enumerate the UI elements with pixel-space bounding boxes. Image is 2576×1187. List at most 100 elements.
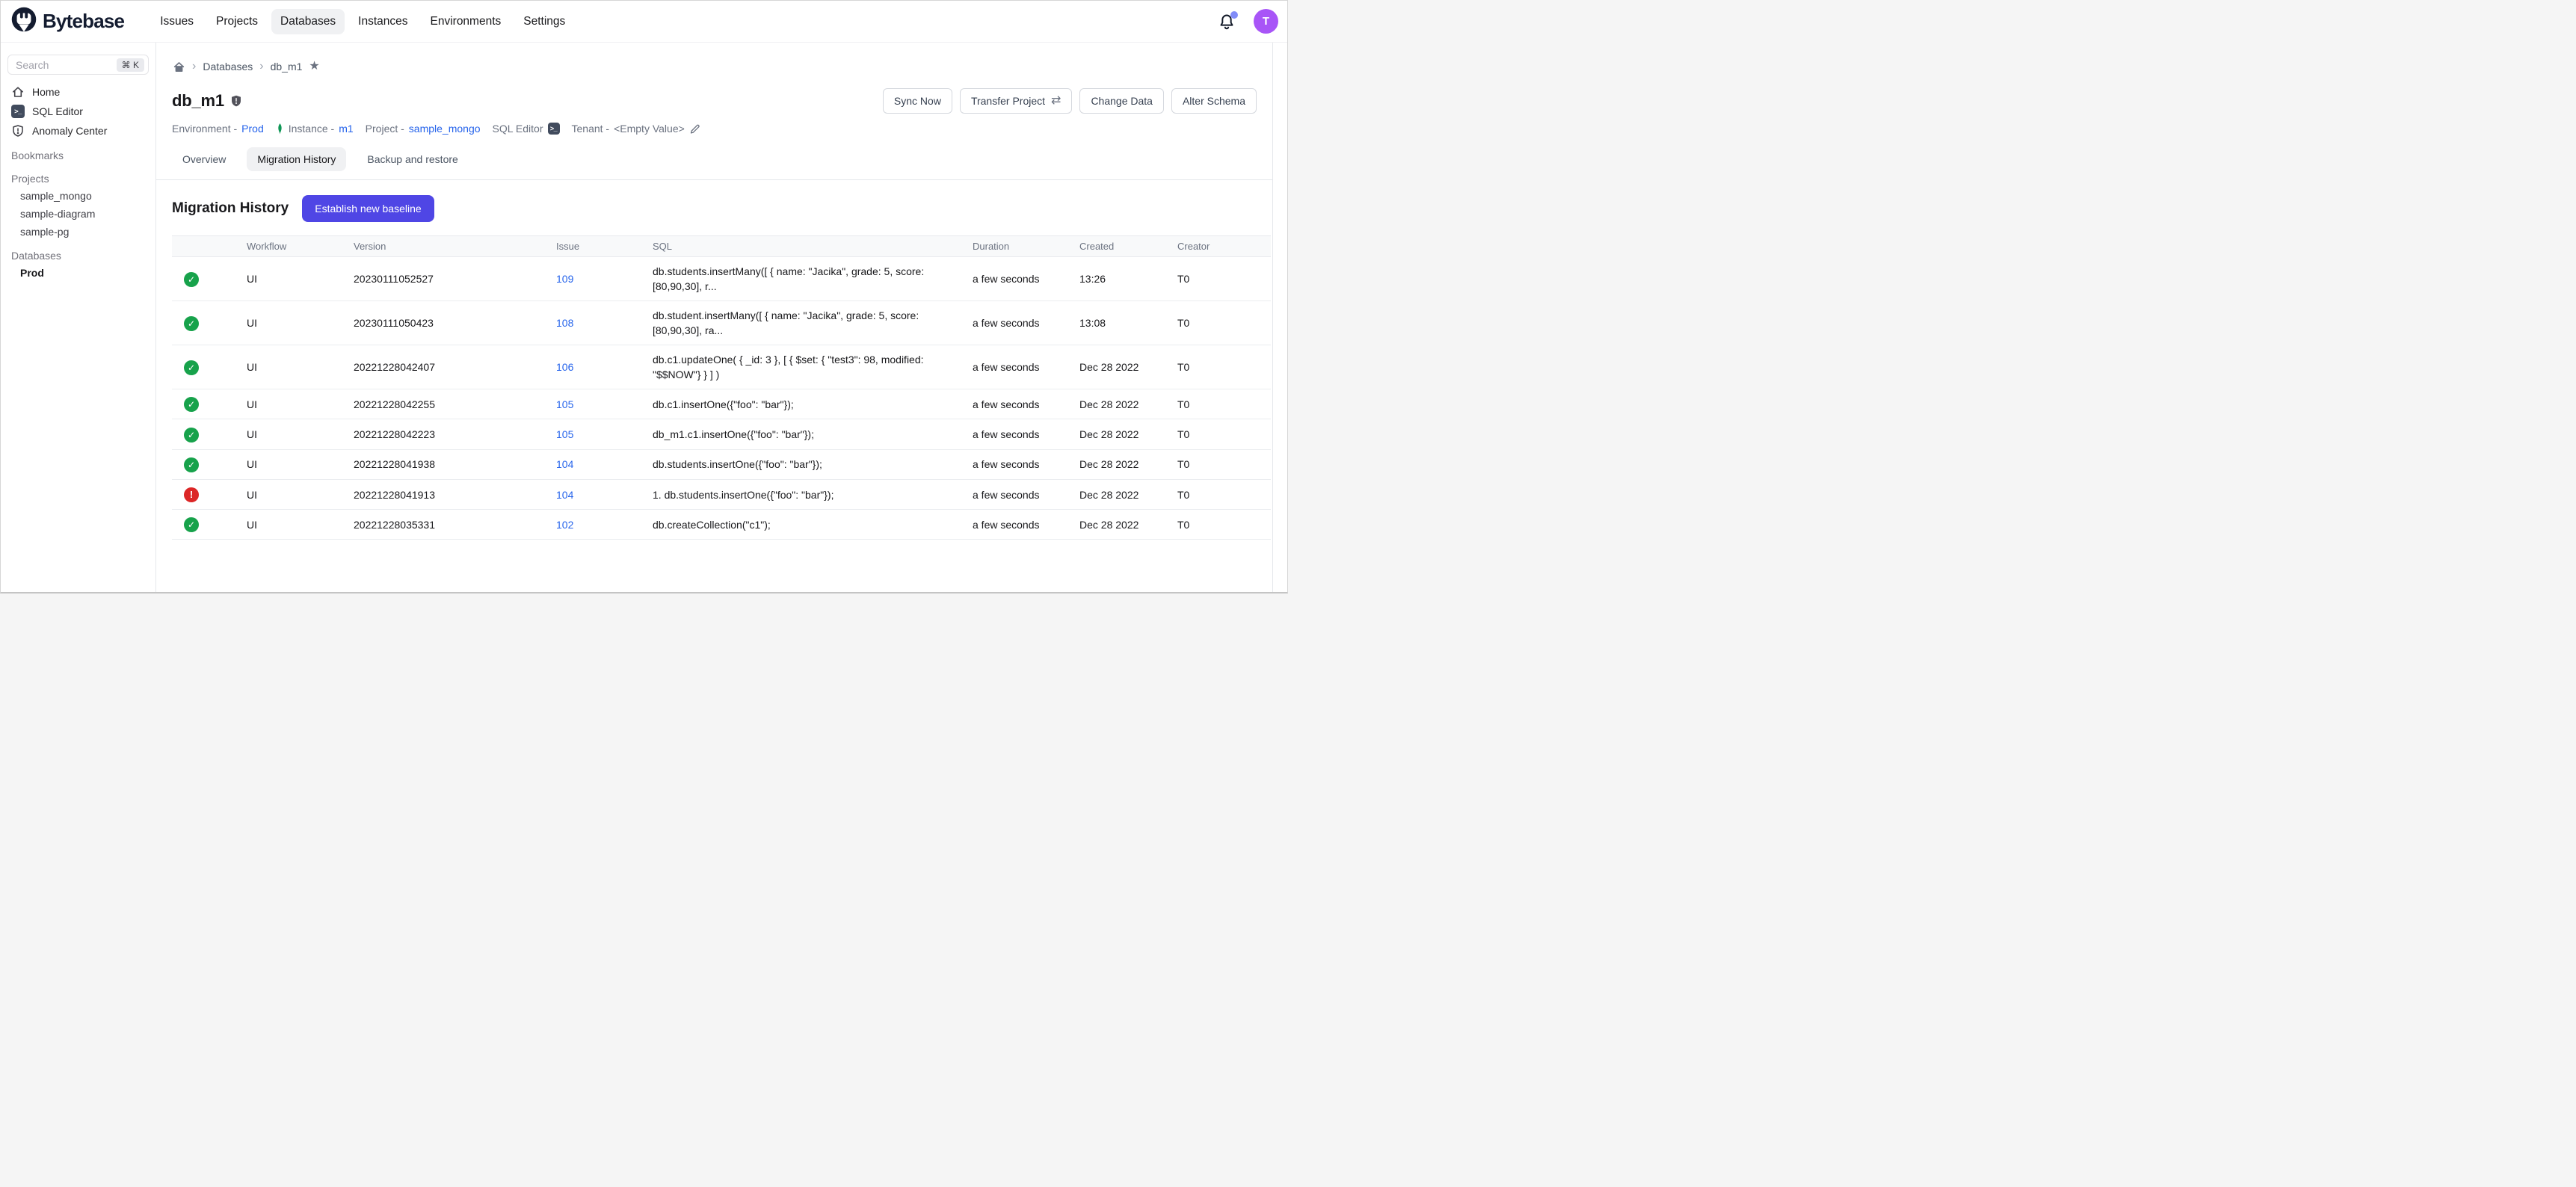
table-row[interactable]: UI 20221228035331 102 db.createCollectio…	[172, 510, 1271, 540]
main-content: › Databases › db_m1 ★ db_m1	[156, 43, 1272, 592]
status-icon	[184, 272, 199, 287]
cell-version: 20221228041913	[354, 479, 556, 509]
bytebase-logo[interactable]: Bytebase	[11, 7, 124, 36]
tab-overview[interactable]: Overview	[172, 147, 236, 171]
cell-duration: a few seconds	[973, 419, 1079, 449]
cell-duration: a few seconds	[973, 301, 1079, 345]
cell-version: 20221228041938	[354, 449, 556, 479]
nav-item-projects[interactable]: Projects	[207, 9, 267, 34]
nav-item-settings[interactable]: Settings	[514, 9, 574, 34]
section-title: Migration History	[172, 200, 289, 217]
cell-version: 20221228042407	[354, 345, 556, 389]
status-icon	[184, 316, 199, 331]
nav-item-issues[interactable]: Issues	[151, 9, 203, 34]
instance-link[interactable]: m1	[339, 123, 353, 135]
issue-link[interactable]: 108	[556, 317, 573, 329]
sidebar-project-sample-diagram[interactable]: sample-diagram	[1, 205, 155, 223]
cell-duration: a few seconds	[973, 257, 1079, 301]
tab-migration-history[interactable]: Migration History	[247, 147, 346, 171]
cell-duration: a few seconds	[973, 479, 1079, 509]
table-row[interactable]: UI 20221228042223 105 db_m1.c1.insertOne…	[172, 419, 1271, 449]
top-navbar: Bytebase Issues Projects Databases Insta…	[1, 1, 1287, 43]
home-icon	[11, 85, 25, 99]
cell-created: Dec 28 2022	[1079, 419, 1177, 449]
cell-workflow: UI	[247, 257, 354, 301]
col-duration: Duration	[973, 236, 1079, 257]
environment-link[interactable]: Prod	[241, 123, 264, 135]
table-row[interactable]: UI 20221228042255 105 db.c1.insertOne({"…	[172, 389, 1271, 419]
avatar[interactable]: T	[1254, 9, 1278, 34]
edit-pencil-icon[interactable]	[689, 123, 700, 135]
issue-link[interactable]: 104	[556, 458, 573, 470]
search-input[interactable]: Search ⌘ K	[7, 55, 149, 75]
nav-right: T	[1218, 9, 1278, 34]
issue-link[interactable]: 104	[556, 489, 573, 501]
cell-created: Dec 28 2022	[1079, 345, 1177, 389]
cell-created: 13:08	[1079, 301, 1177, 345]
database-meta-row: Environment - Prod Instance - m1 Project…	[172, 120, 1257, 137]
cell-duration: a few seconds	[973, 510, 1079, 540]
nav-item-environments[interactable]: Environments	[422, 9, 511, 34]
breadcrumb-databases[interactable]: Databases	[203, 61, 253, 73]
cell-duration: a few seconds	[973, 389, 1079, 419]
transfer-project-button[interactable]: Transfer Project ⇄	[960, 88, 1072, 114]
col-issue: Issue	[556, 236, 653, 257]
cell-created: Dec 28 2022	[1079, 510, 1177, 540]
notification-bell-icon[interactable]	[1218, 13, 1236, 31]
sync-now-button[interactable]: Sync Now	[883, 88, 952, 114]
main-menu: Issues Projects Databases Instances Envi…	[151, 9, 574, 34]
breadcrumb-separator: ›	[259, 61, 263, 73]
sidebar-database-prod[interactable]: Prod	[1, 264, 155, 282]
table-header-row: Workflow Version Issue SQL Duration Crea…	[172, 236, 1271, 257]
cell-workflow: UI	[247, 479, 354, 509]
nav-item-instances[interactable]: Instances	[349, 9, 416, 34]
terminal-icon: >_	[11, 105, 25, 118]
issue-link[interactable]: 102	[556, 519, 573, 531]
search-shortcut-badge: ⌘ K	[117, 58, 144, 72]
cell-creator: T0	[1177, 389, 1271, 419]
sidebar-item-anomaly-center[interactable]: Anomaly Center	[1, 121, 155, 141]
cell-creator: T0	[1177, 301, 1271, 345]
nav-item-databases[interactable]: Databases	[271, 9, 345, 34]
table-row[interactable]: UI 20221228042407 106 db.c1.updateOne( {…	[172, 345, 1271, 389]
table-row[interactable]: UI 20230111050423 108 db.student.insertM…	[172, 301, 1271, 345]
cell-version: 20221228042255	[354, 389, 556, 419]
table-row[interactable]: UI 20221228041938 104 db.students.insert…	[172, 449, 1271, 479]
sidebar-project-sample-mongo[interactable]: sample_mongo	[1, 187, 155, 205]
table-row[interactable]: UI 20230111052527 109 db.students.insert…	[172, 257, 1271, 301]
col-version: Version	[354, 236, 556, 257]
project-link[interactable]: sample_mongo	[409, 123, 481, 135]
page-title: db_m1	[172, 91, 224, 111]
cell-created: Dec 28 2022	[1079, 479, 1177, 509]
cell-creator: T0	[1177, 419, 1271, 449]
notification-dot	[1230, 11, 1238, 19]
cell-created: Dec 28 2022	[1079, 389, 1177, 419]
search-placeholder: Search	[16, 59, 117, 71]
status-icon	[184, 517, 199, 532]
issue-link[interactable]: 109	[556, 273, 573, 285]
scrollbar-gutter[interactable]	[1272, 43, 1287, 592]
breadcrumb-home-icon[interactable]	[172, 60, 185, 73]
col-creator: Creator	[1177, 236, 1271, 257]
issue-link[interactable]: 105	[556, 398, 573, 410]
establish-new-baseline-button[interactable]: Establish new baseline	[302, 195, 434, 222]
sidebar-section-bookmarks: Bookmarks	[1, 141, 155, 164]
issue-link[interactable]: 106	[556, 361, 573, 373]
migration-history-table: Workflow Version Issue SQL Duration Crea…	[172, 235, 1271, 540]
shield-alert-icon	[11, 124, 25, 138]
breadcrumb-db-m1[interactable]: db_m1	[271, 61, 303, 73]
table-row[interactable]: UI 20221228041913 104 1. db.students.ins…	[172, 479, 1271, 509]
cell-sql: 1. db.students.insertOne({"foo": "bar"})…	[653, 479, 973, 509]
alter-schema-button[interactable]: Alter Schema	[1171, 88, 1257, 114]
cell-version: 20221228042223	[354, 419, 556, 449]
sidebar-project-sample-pg[interactable]: sample-pg	[1, 223, 155, 241]
sidebar-item-sql-editor[interactable]: >_ SQL Editor	[1, 102, 155, 121]
cell-workflow: UI	[247, 389, 354, 419]
bookmark-star-icon[interactable]: ★	[309, 61, 319, 73]
change-data-button[interactable]: Change Data	[1079, 88, 1164, 114]
sidebar-item-home[interactable]: Home	[1, 82, 155, 102]
meta-project: Project - sample_mongo	[366, 123, 481, 135]
meta-sql-editor[interactable]: SQL Editor >_	[493, 123, 560, 135]
tab-backup-and-restore[interactable]: Backup and restore	[357, 147, 468, 171]
issue-link[interactable]: 105	[556, 428, 573, 440]
